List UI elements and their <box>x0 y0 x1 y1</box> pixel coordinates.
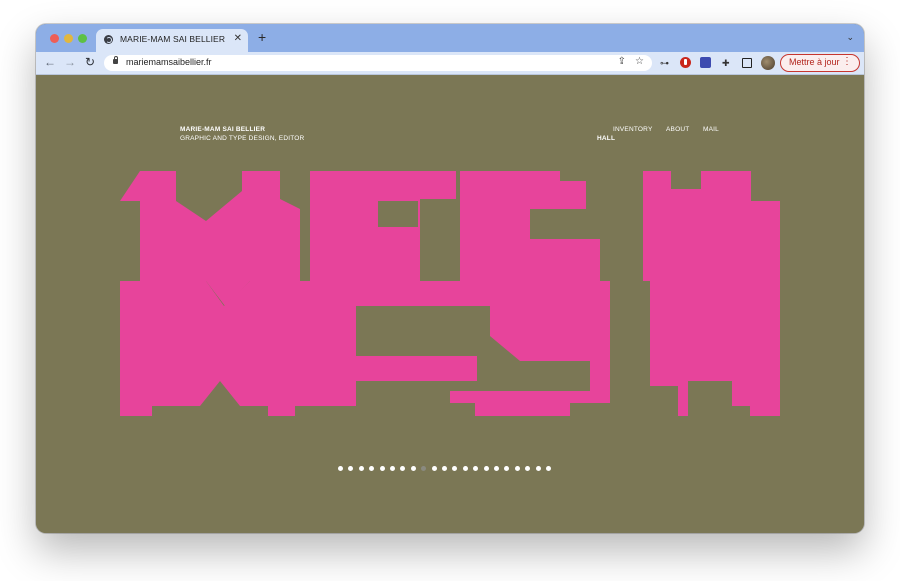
lock-icon[interactable] <box>113 56 118 64</box>
carousel-dot[interactable] <box>431 466 437 471</box>
nav-about[interactable]: ABOUT <box>666 126 689 133</box>
carousel-dot[interactable] <box>452 466 458 471</box>
carousel-dot[interactable] <box>348 466 354 471</box>
carousel-dot[interactable] <box>442 466 447 471</box>
carousel-pagination <box>338 466 562 472</box>
update-button-label: Mettre à jour <box>789 57 840 67</box>
browser-toolbar: ← → ↻ mariemamsaibellier.fr ⇪ ☆ ⊶ ✚ Mett… <box>36 52 864 75</box>
letter-h-upper <box>643 171 780 281</box>
carousel-dot[interactable] <box>514 466 520 471</box>
new-tab-button[interactable]: + <box>258 30 266 44</box>
zoom-window-button[interactable] <box>78 34 87 43</box>
address-bar[interactable]: mariemamsaibellier.fr ⇪ ☆ <box>104 55 652 71</box>
carousel-dot[interactable] <box>494 466 499 471</box>
counter-h <box>638 386 678 420</box>
carousel-dot[interactable] <box>379 466 385 471</box>
bookmark-star-icon[interactable]: ☆ <box>635 56 644 67</box>
site-brand-subtitle: GRAPHIC AND TYPE DESIGN, EDITOR <box>180 135 305 142</box>
carousel-dot[interactable] <box>535 466 541 471</box>
browser-window: MARIE-MAM SAI BELLIER ✕ + ⌄ ← → ↻ mariem… <box>36 24 864 533</box>
browser-tab[interactable]: MARIE-MAM SAI BELLIER ✕ <box>96 29 248 52</box>
nav-inventory[interactable]: INVENTORY <box>613 126 653 133</box>
ublock-extension-icon[interactable] <box>680 57 691 68</box>
more-menu-icon[interactable]: ⋮ <box>842 56 852 67</box>
pixel-letterforms <box>120 171 780 416</box>
carousel-dot[interactable] <box>390 466 395 471</box>
forward-button[interactable]: → <box>64 56 76 69</box>
nav-mail[interactable]: MAIL <box>703 126 719 133</box>
letter-m-lower <box>120 281 295 416</box>
close-window-button[interactable] <box>50 34 59 43</box>
url-text[interactable]: mariemamsaibellier.fr <box>126 57 212 67</box>
site-brand-name[interactable]: MARIE-MAM SAI BELLIER <box>180 126 265 133</box>
stack-extension-icon[interactable] <box>700 57 711 68</box>
carousel-dot[interactable] <box>421 466 427 471</box>
tab-search-icon[interactable]: ⌄ <box>846 32 854 43</box>
letter-s-lower <box>410 281 610 416</box>
minimize-window-button[interactable] <box>64 34 73 43</box>
globe-icon <box>104 35 113 44</box>
carousel-dot[interactable] <box>462 466 468 471</box>
share-icon[interactable]: ⇪ <box>618 56 626 67</box>
profile-avatar[interactable] <box>761 56 775 70</box>
carousel-dot[interactable] <box>504 466 510 471</box>
carousel-dot[interactable] <box>410 466 416 471</box>
nav-hall[interactable]: HALL <box>597 135 615 142</box>
carousel-dot[interactable] <box>400 466 406 471</box>
tab-bar: MARIE-MAM SAI BELLIER ✕ + ⌄ <box>36 24 864 52</box>
counter-a <box>378 201 418 227</box>
tab-title: MARIE-MAM SAI BELLIER <box>120 34 226 44</box>
carousel-dot[interactable] <box>358 466 364 471</box>
carousel-dot[interactable] <box>546 466 551 471</box>
update-button[interactable]: Mettre à jour ⋮ <box>780 54 860 72</box>
carousel-dot[interactable] <box>338 466 343 471</box>
carousel-dot[interactable] <box>525 466 531 471</box>
side-panel-icon[interactable] <box>742 58 752 68</box>
extensions-puzzle-icon[interactable]: ✚ <box>722 57 730 69</box>
carousel-dot[interactable] <box>473 466 479 471</box>
tab-close-icon[interactable]: ✕ <box>234 33 242 44</box>
web-page: MARIE-MAM SAI BELLIER GRAPHIC AND TYPE D… <box>36 75 864 533</box>
carousel-dot[interactable] <box>369 466 375 471</box>
carousel-dot[interactable] <box>483 466 489 471</box>
letter-s-upper <box>460 171 600 281</box>
password-key-icon[interactable]: ⊶ <box>660 57 669 69</box>
reload-button[interactable]: ↻ <box>85 56 95 69</box>
mesh-type-artwork <box>120 171 780 420</box>
back-button[interactable]: ← <box>44 56 56 69</box>
